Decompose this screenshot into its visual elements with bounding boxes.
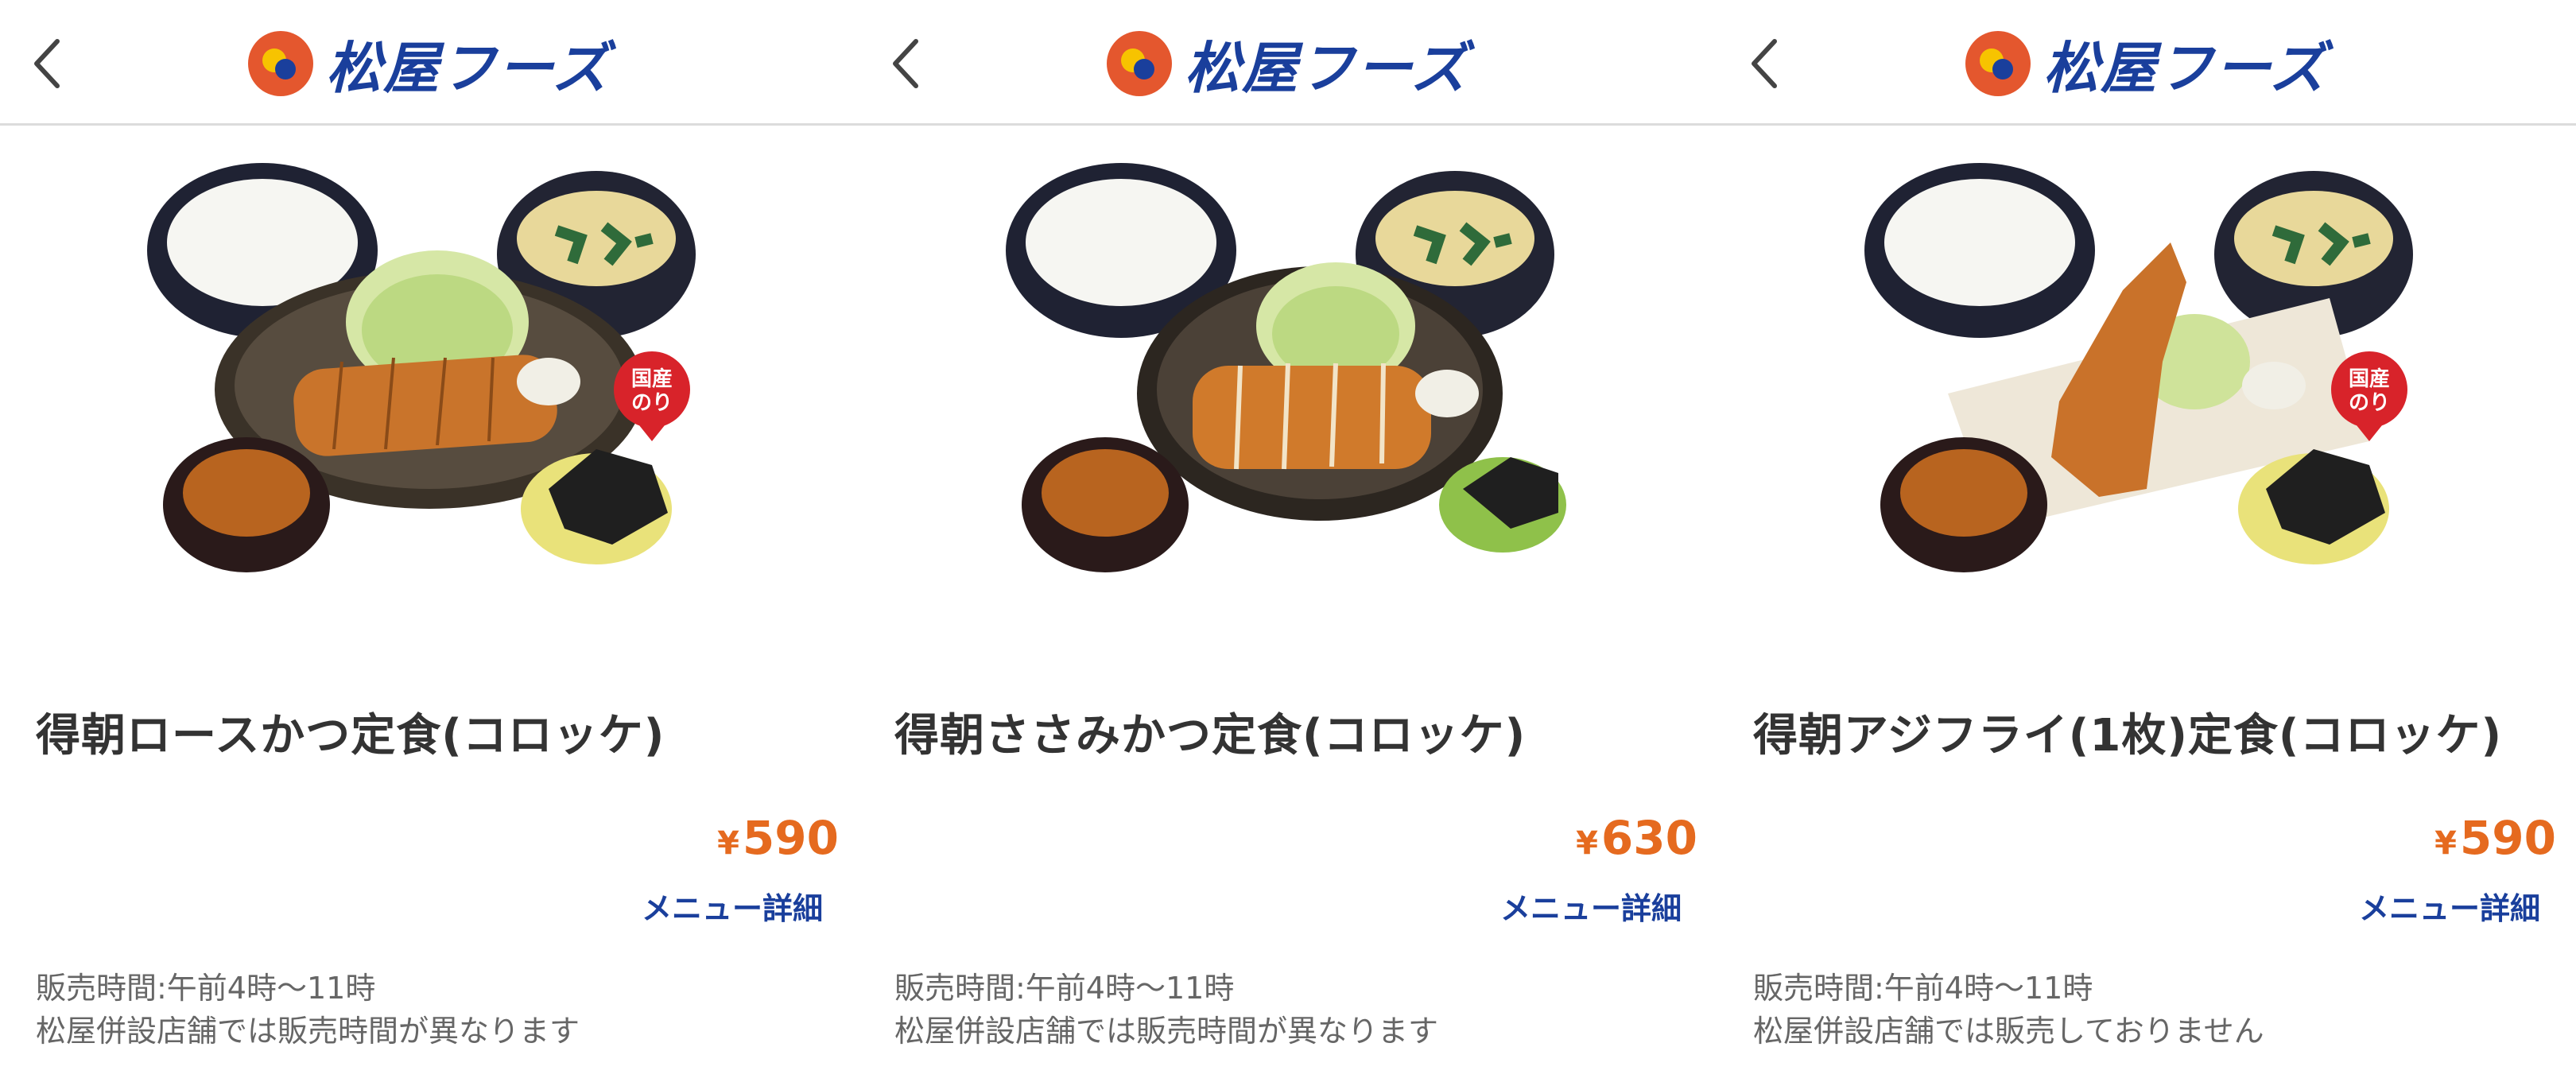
logo-text: 松屋フーズ (326, 35, 610, 101)
price-value: 630 (1600, 811, 1697, 865)
menu-item-title: 得朝ロースかつ定食(コロッケ) (36, 710, 665, 762)
menu-item-title: 得朝アジフライ(1枚)定食(コロッケ) (1753, 710, 2503, 762)
menu-detail-link[interactable]: メニュー詳細 (2359, 884, 2540, 928)
chevron-left-icon[interactable] (1741, 32, 1789, 95)
app-header: 松屋フーズ (0, 0, 859, 126)
app-header: 松屋フーズ (1717, 0, 2576, 126)
meal-photo (1006, 163, 1566, 572)
menu-item-price: ¥590 (2434, 811, 2556, 865)
store-note: 松屋併設店舗では販売しておりません (1753, 1014, 2264, 1049)
menu-detail-screen-2: 松屋フーズ 得朝ささみかつ定食(コロッケ) ¥630 メニュー詳細 販売時間:午… (859, 0, 1717, 1078)
badge-text-1: 国産 (2349, 366, 2390, 391)
menu-detail-link[interactable]: メニュー詳細 (642, 884, 823, 928)
menu-detail-screen-3: 松屋フーズ 国産 のり 得朝アジフライ(1枚)定食(コロッケ) ¥590 メニュ… (1717, 0, 2576, 1078)
brand-logo: 松屋フーズ (1105, 29, 1468, 101)
menu-detail-screen-1: 松屋フーズ 国産 のり 得朝ロースかつ定食(コロッケ) ¥590 メニュー詳細 … (0, 0, 859, 1078)
logo-mark-icon (1965, 31, 2031, 96)
meal-photo: 国産 のり (147, 163, 696, 572)
logo-mark-icon (248, 31, 313, 96)
chevron-left-icon[interactable] (24, 32, 72, 95)
brand-logo: 松屋フーズ (1964, 29, 2327, 101)
currency-symbol: ¥ (1576, 825, 1598, 862)
sales-hours: 販売時間:午前4時〜11時 (36, 971, 376, 1006)
currency-symbol: ¥ (2434, 825, 2457, 862)
currency-symbol: ¥ (717, 825, 739, 862)
logo-text: 松屋フーズ (1185, 35, 1468, 101)
store-note: 松屋併設店舗では販売時間が異なります (894, 1014, 1439, 1049)
badge-text-1: 国産 (631, 366, 673, 391)
brand-logo: 松屋フーズ (246, 29, 610, 101)
logo-mark-icon (1107, 31, 1172, 96)
screens-container: 松屋フーズ 国産 のり 得朝ロースかつ定食(コロッケ) ¥590 メニュー詳細 … (0, 0, 2576, 1078)
chevron-left-icon[interactable] (883, 32, 930, 95)
menu-item-price: ¥630 (1576, 811, 1697, 865)
store-note: 松屋併設店舗では販売時間が異なります (36, 1014, 580, 1049)
price-value: 590 (742, 811, 839, 865)
menu-item-price: ¥590 (717, 811, 839, 865)
sales-hours: 販売時間:午前4時〜11時 (894, 971, 1235, 1006)
app-header: 松屋フーズ (859, 0, 1717, 126)
badge-text-2: のり (631, 391, 673, 415)
sales-hours: 販売時間:午前4時〜11時 (1753, 971, 2093, 1006)
menu-item-title: 得朝ささみかつ定食(コロッケ) (894, 710, 1527, 762)
logo-text: 松屋フーズ (2043, 35, 2327, 101)
meal-photo: 国産 のり (1864, 163, 2413, 572)
badge-text-2: のり (2349, 391, 2390, 415)
menu-detail-link[interactable]: メニュー詳細 (1500, 884, 1682, 928)
price-value: 590 (2459, 811, 2556, 865)
